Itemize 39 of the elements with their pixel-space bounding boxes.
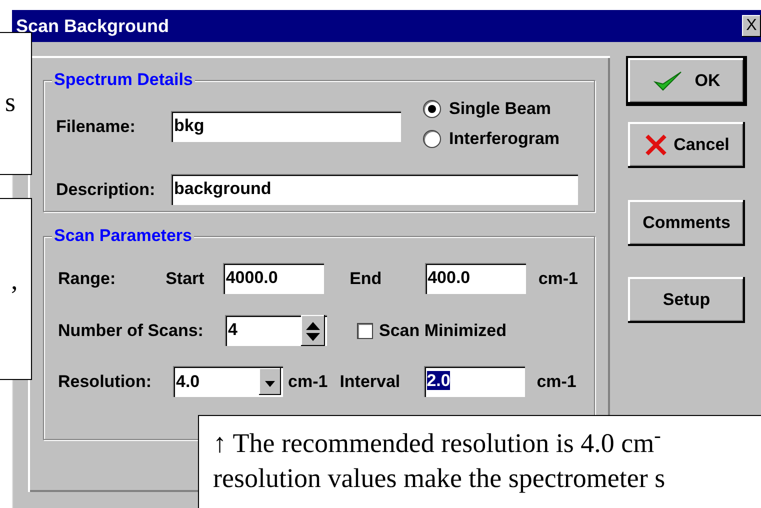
resolution-dropdown[interactable]: 4.0 — [173, 366, 283, 397]
unit-label: cm-1 — [288, 371, 328, 393]
description-label: Description: — [56, 179, 156, 201]
scans-spin-field[interactable]: 4 — [225, 315, 327, 346]
caret-icon — [265, 380, 275, 387]
radio-button[interactable] — [423, 130, 441, 148]
number-of-scans-label: Number of Scans: — [58, 320, 204, 342]
interval-label: Interval — [340, 371, 402, 393]
callout-text: resolution values make the spectrometer s — [213, 462, 666, 495]
callout-text: s — [5, 86, 17, 119]
radio-label[interactable]: Interferogram — [449, 127, 560, 151]
ok-button[interactable]: OK — [628, 58, 745, 104]
radio-button[interactable] — [423, 100, 441, 118]
filename-field[interactable]: bkg — [171, 111, 401, 142]
end-label: End — [350, 268, 383, 290]
start-label: Start — [166, 268, 206, 290]
callout-text: ↑ The recommended resolution is 4.0 cm$^{-}$ — [213, 426, 662, 460]
filename-label: Filename: — [56, 116, 136, 138]
spin-buttons[interactable] — [301, 315, 325, 346]
cancel-button[interactable]: Cancel — [628, 122, 745, 168]
description-field[interactable]: background — [171, 174, 578, 205]
dropdown-button[interactable] — [259, 368, 281, 395]
resolution-label: Resolution: — [58, 371, 152, 393]
dialog-button[interactable]: Comments — [628, 200, 745, 246]
start-field[interactable]: 4000.0 — [222, 263, 324, 294]
interval-field[interactable]: 2.0 — [424, 366, 525, 397]
checkbox[interactable] — [357, 322, 373, 338]
end-field[interactable]: 400.0 — [424, 263, 526, 294]
scan-minimized-label: Scan Minimized — [379, 320, 507, 342]
close-button[interactable]: X — [742, 15, 761, 37]
range-label: Range: — [58, 268, 117, 290]
checkmark-icon — [652, 70, 683, 92]
dialog-button[interactable]: Setup — [628, 277, 745, 323]
window-title: Scan Background — [16, 14, 170, 38]
unit-label: cm-1 — [536, 371, 576, 393]
callout-text: , — [11, 264, 19, 297]
unit-label: cm-1 — [538, 268, 578, 290]
cross-icon — [644, 133, 668, 157]
radio-label[interactable]: Single Beam — [449, 97, 552, 121]
